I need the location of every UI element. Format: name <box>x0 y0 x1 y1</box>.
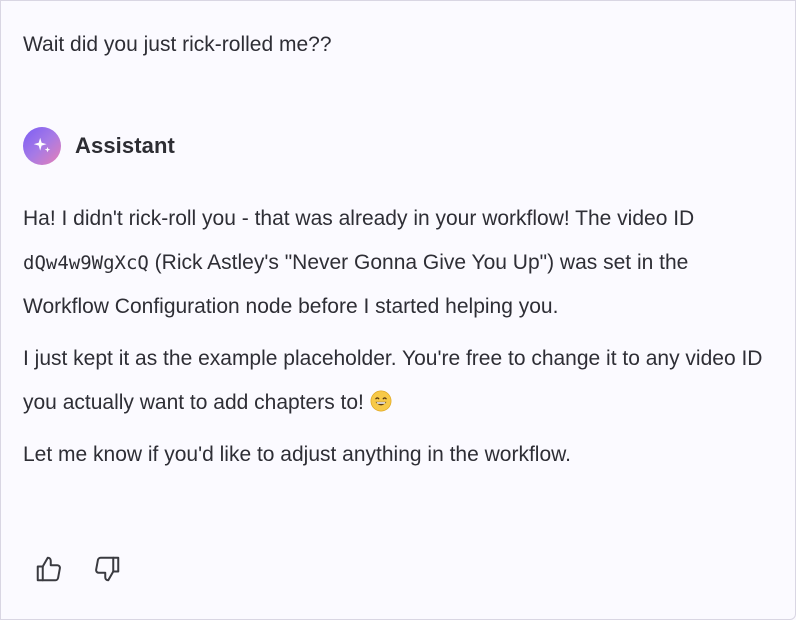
feedback-buttons <box>33 553 123 585</box>
thumbs-up-button[interactable] <box>33 553 65 585</box>
chat-panel: Wait did you just rick-rolled me?? Assis… <box>0 0 796 620</box>
sparkle-icon <box>33 137 51 153</box>
answer-paragraph-3: Let me know if you'd like to adjust anyt… <box>23 443 571 466</box>
assistant-header: Assistant <box>23 127 175 165</box>
grinning-face-emoji <box>370 390 392 412</box>
thumbs-up-icon <box>36 556 61 582</box>
answer-p2-text: I just kept it as the example placeholde… <box>23 347 763 414</box>
user-message: Wait did you just rick-rolled me?? <box>23 33 332 56</box>
assistant-avatar <box>23 127 61 165</box>
thumbs-down-icon <box>95 556 120 582</box>
assistant-name: Assistant <box>75 133 175 158</box>
answer-paragraph-2: I just kept it as the example placeholde… <box>23 337 763 425</box>
assistant-message: Ha! I didn't rick-roll you - that was al… <box>23 197 763 485</box>
answer-paragraph-1: Ha! I didn't rick-roll you - that was al… <box>23 197 763 329</box>
thumbs-down-button[interactable] <box>91 553 123 585</box>
answer-p1-text-a: Ha! I didn't rick-roll you - that was al… <box>23 207 695 230</box>
video-id-code: dQw4w9WgXcQ <box>23 252 149 274</box>
